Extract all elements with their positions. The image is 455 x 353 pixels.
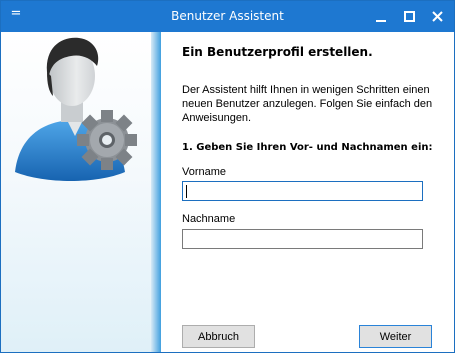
- page-heading: Ein Benutzerprofil erstellen.: [182, 45, 373, 59]
- close-button[interactable]: [422, 1, 452, 32]
- first-name-label: Vorname: [182, 166, 227, 178]
- user-gear-icon: [15, 37, 137, 181]
- cancel-button[interactable]: Abbruch: [182, 325, 255, 348]
- wizard-window: = Benutzer Assistent Ein Benutzerprofil …: [0, 0, 455, 353]
- next-button[interactable]: Weiter: [359, 325, 432, 348]
- minimize-button[interactable]: [366, 1, 396, 32]
- maximize-button[interactable]: [394, 1, 424, 32]
- title-bar[interactable]: = Benutzer Assistent: [1, 1, 454, 32]
- side-panel-accent-stripe: [151, 32, 161, 352]
- step-instruction: 1. Geben Sie Ihren Vor- und Nachnamen ei…: [182, 142, 433, 153]
- first-name-input[interactable]: [182, 181, 423, 201]
- wizard-side-panel: [1, 32, 161, 352]
- text-caret: [186, 185, 187, 198]
- minimize-icon: [376, 19, 386, 22]
- intro-text: Der Assistent hilft Ihnen in wenigen Sch…: [182, 84, 433, 124]
- last-name-label: Nachname: [182, 213, 236, 225]
- close-icon: [431, 11, 443, 22]
- last-name-input[interactable]: [182, 229, 423, 249]
- maximize-icon: [403, 11, 415, 22]
